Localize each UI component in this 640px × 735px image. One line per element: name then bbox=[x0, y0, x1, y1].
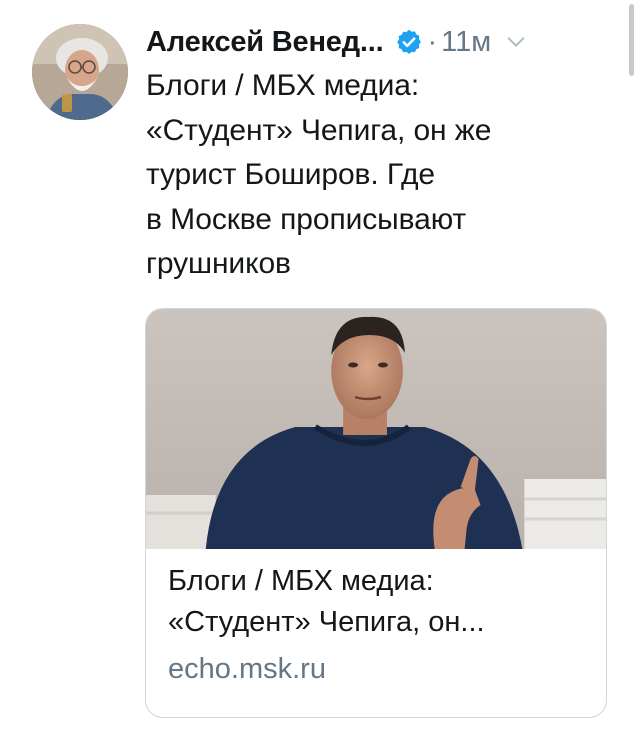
avatar-photo bbox=[32, 24, 128, 120]
timestamp[interactable]: 11м bbox=[441, 26, 491, 59]
card-photo bbox=[146, 309, 606, 549]
scrollbar[interactable] bbox=[629, 4, 634, 76]
card-image[interactable] bbox=[146, 309, 606, 549]
card-body: Блоги / МБХ медиа: «Студент» Чепига, он.… bbox=[168, 561, 588, 686]
card-title[interactable]: Блоги / МБХ медиа: «Студент» Чепига, он.… bbox=[168, 561, 588, 643]
chevron-down-icon[interactable] bbox=[505, 31, 527, 53]
verified-badge-icon bbox=[397, 29, 422, 54]
tweet-text: Блоги / МБХ медиа: «Студент» Чепига, он … bbox=[146, 69, 492, 280]
avatar[interactable] bbox=[32, 24, 128, 120]
link-card[interactable]: Блоги / МБХ медиа: «Студент» Чепига, он.… bbox=[145, 308, 607, 718]
author-name[interactable]: Алексей Венед... bbox=[146, 26, 384, 59]
tweet-header: Алексей Венед... · 11м bbox=[146, 22, 616, 62]
tweet[interactable]: Алексей Венед... · 11м Блоги / МБХ медиа… bbox=[0, 0, 640, 735]
card-domain: echo.msk.ru bbox=[168, 653, 326, 685]
separator: · bbox=[427, 25, 438, 58]
